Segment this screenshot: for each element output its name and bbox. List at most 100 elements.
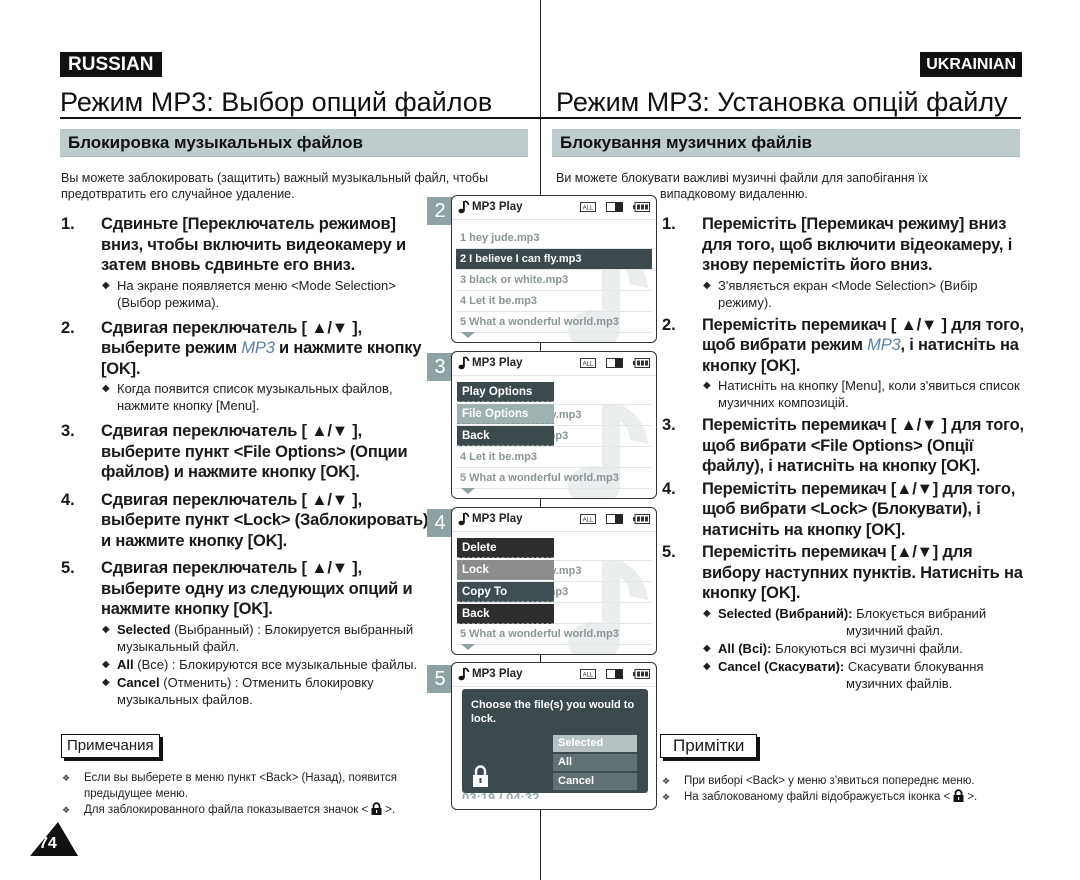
- menu-item-back[interactable]: Back: [457, 426, 554, 446]
- option-cancel-button[interactable]: Cancel: [553, 773, 637, 790]
- note-item: При виборі <Back> у меню з'явиться попер…: [661, 773, 1031, 789]
- lock-icon: [953, 789, 964, 802]
- step-text: Перемістіть [Перемикач режиму] вниз для …: [702, 215, 1013, 274]
- lock-dialog: Choose the file(s) you would to lock. Se…: [462, 689, 648, 793]
- track-item[interactable]: 1 hey jude.mp3: [456, 228, 652, 249]
- status-icons: ALL: [580, 514, 650, 524]
- step-number: 2.: [662, 315, 676, 334]
- step-number: 3.: [662, 416, 676, 434]
- section-heading-russian: Блокировка музыкальных файлов: [60, 129, 528, 157]
- memory-card-icon: [606, 358, 623, 368]
- status-icons: ALL: [580, 202, 650, 212]
- track-item[interactable]: 5 What a wonderful world.mp3: [456, 312, 652, 333]
- music-note-icon: [458, 667, 470, 681]
- step-text: Перемістіть перемикач [▲/▼] для вибору н…: [702, 543, 1023, 602]
- note-text: >.: [967, 791, 978, 803]
- option-desc: (Все) : Блокируются все музыкальные файл…: [133, 656, 418, 672]
- page-title-ukrainian: Режим MP3: Установка опцій файлу: [556, 87, 1008, 117]
- title-rule: [541, 117, 1021, 119]
- track-item[interactable]: 3 black or white.mp3: [456, 270, 652, 291]
- title-rule: [60, 117, 540, 119]
- scroll-down-icon[interactable]: [461, 488, 475, 494]
- step-text: Сдвигая переключатель [ ▲/▼ ], выберите …: [101, 422, 408, 481]
- option-all-button[interactable]: All: [553, 754, 637, 771]
- note-item: Для заблокированного файла показывается …: [61, 802, 431, 818]
- battery-icon: [633, 669, 650, 679]
- menu-item-play-options[interactable]: Play Options: [457, 382, 554, 402]
- step-3: 3. Сдвигая переключатель [ ▲/▼ ], выбери…: [61, 421, 431, 483]
- notes-list-russian: Если вы выберете в меню пункт <Back> (На…: [61, 770, 431, 818]
- option-term: All: [117, 656, 134, 672]
- option-term: Selected (Вибраний):: [718, 605, 853, 621]
- step-5: 5. Сдвигая переключатель [ ▲/▼ ], выбери…: [61, 558, 431, 708]
- step-text: Перемістіть перемикач [▲/▼] для того, що…: [702, 479, 1016, 539]
- repeat-all-icon: ALL: [580, 202, 596, 212]
- step-number: 4.: [61, 490, 75, 509]
- connector-line: [540, 0, 541, 195]
- dialog-message: Choose the file(s) you would to lock.: [471, 699, 635, 725]
- mp3-mode-label: MP3: [241, 339, 275, 357]
- battery-icon: [633, 358, 650, 368]
- screen-title: MP3 Play: [472, 668, 523, 680]
- step-bullet: З'являється екран <Mode Selection> (Вибі…: [702, 277, 1027, 311]
- track-item[interactable]: 5 What a wonderful world.mp3: [456, 624, 652, 645]
- track-item-selected[interactable]: 2 I believe I can fly.mp3: [456, 249, 652, 270]
- option-all: All (Все) : Блокируются все музыкальные …: [101, 656, 431, 673]
- menu-item-delete[interactable]: Delete: [457, 538, 554, 558]
- track-item[interactable]: 4 Let it be.mp3: [456, 447, 652, 468]
- note-text: >.: [385, 804, 396, 816]
- section-heading-ukrainian: Блокування музичних файлів: [552, 129, 1020, 157]
- option-desc: Скасувати блокування: [844, 658, 984, 674]
- screen-header: MP3 Play ALL: [452, 352, 656, 376]
- scroll-down-icon[interactable]: [461, 332, 475, 338]
- scroll-down-icon[interactable]: [461, 644, 475, 650]
- screen-step-tag: 2: [427, 197, 453, 225]
- connector-line: [540, 343, 541, 351]
- option-term: Selected: [117, 621, 171, 637]
- device-screen-menu: MP3 Play ALL 1 hey jude.mp3 2 I believe …: [451, 351, 657, 499]
- option-desc-cont: музичних файлів.: [846, 675, 953, 691]
- track-item[interactable]: 4 Let it be.mp3: [456, 291, 652, 312]
- steps-list-russian: 1. Сдвиньте [Переключатель режимов] вниз…: [61, 214, 431, 710]
- lock-options: Selected All Cancel: [553, 735, 637, 792]
- language-badge-ukrainian: UKRAINIAN: [920, 52, 1022, 77]
- step-text: Сдвиньте [Переключатель режимов] вниз, ч…: [101, 215, 406, 274]
- step-4: 4. Перемістіть перемикач [▲/▼] для того,…: [662, 479, 1027, 541]
- menu-item-back[interactable]: Back: [457, 604, 554, 624]
- page-title-russian: Режим MP3: Выбор опций файлов: [60, 87, 493, 117]
- menu-item-copy-to[interactable]: Copy To: [457, 582, 554, 602]
- track-item[interactable]: 5 What a wonderful world.mp3: [456, 468, 652, 489]
- intro-text-ukrainian: Ви можете блокувати важливі музичні файл…: [556, 171, 928, 185]
- file-options-menu: Delete Lock Copy To Back: [457, 538, 554, 626]
- step-number: 4.: [662, 479, 676, 498]
- screen-header: MP3 Play ALL: [452, 508, 656, 532]
- music-note-icon: [458, 512, 470, 526]
- step-number: 1.: [662, 215, 676, 233]
- lock-icon: [371, 802, 382, 815]
- step-number: 1.: [61, 215, 75, 233]
- svg-text:ALL: ALL: [583, 362, 594, 368]
- option-selected: Selected (Вибраний): Блокується вибраний…: [702, 605, 1027, 639]
- menu-item-file-options[interactable]: File Options: [457, 404, 554, 424]
- step-bullet: На экране появляется меню <Mode Selectio…: [101, 277, 431, 311]
- step-text: Сдвигая переключатель [ ▲/▼ ], выберите …: [101, 559, 413, 618]
- step-2: 2. Сдвигая переключатель [ ▲/▼ ], выбери…: [61, 318, 431, 415]
- option-desc: Блокується вибраний: [852, 605, 987, 621]
- language-badge-russian: RUSSIAN: [60, 52, 162, 77]
- notes-label-russian: Примечания: [61, 734, 160, 758]
- options-menu: Play Options File Options Back: [457, 382, 554, 448]
- svg-text:ALL: ALL: [583, 518, 594, 524]
- screen-header: MP3 Play ALL: [452, 663, 656, 687]
- option-selected-button[interactable]: Selected: [553, 735, 637, 752]
- menu-item-lock[interactable]: Lock: [457, 560, 554, 580]
- step-number: 3.: [61, 422, 75, 440]
- step-number: 2.: [61, 318, 75, 337]
- repeat-all-icon: ALL: [580, 514, 596, 524]
- step-5: 5. Перемістіть перемикач [▲/▼] для вибор…: [662, 542, 1027, 692]
- battery-icon: [633, 202, 650, 212]
- repeat-all-icon: ALL: [580, 669, 596, 679]
- option-cancel: Cancel (Отменить) : Отменить блокировку …: [101, 674, 431, 708]
- battery-icon: [633, 514, 650, 524]
- option-term: Cancel: [117, 674, 160, 690]
- step-bullet: Когда появится список музыкальных файлов…: [101, 380, 431, 414]
